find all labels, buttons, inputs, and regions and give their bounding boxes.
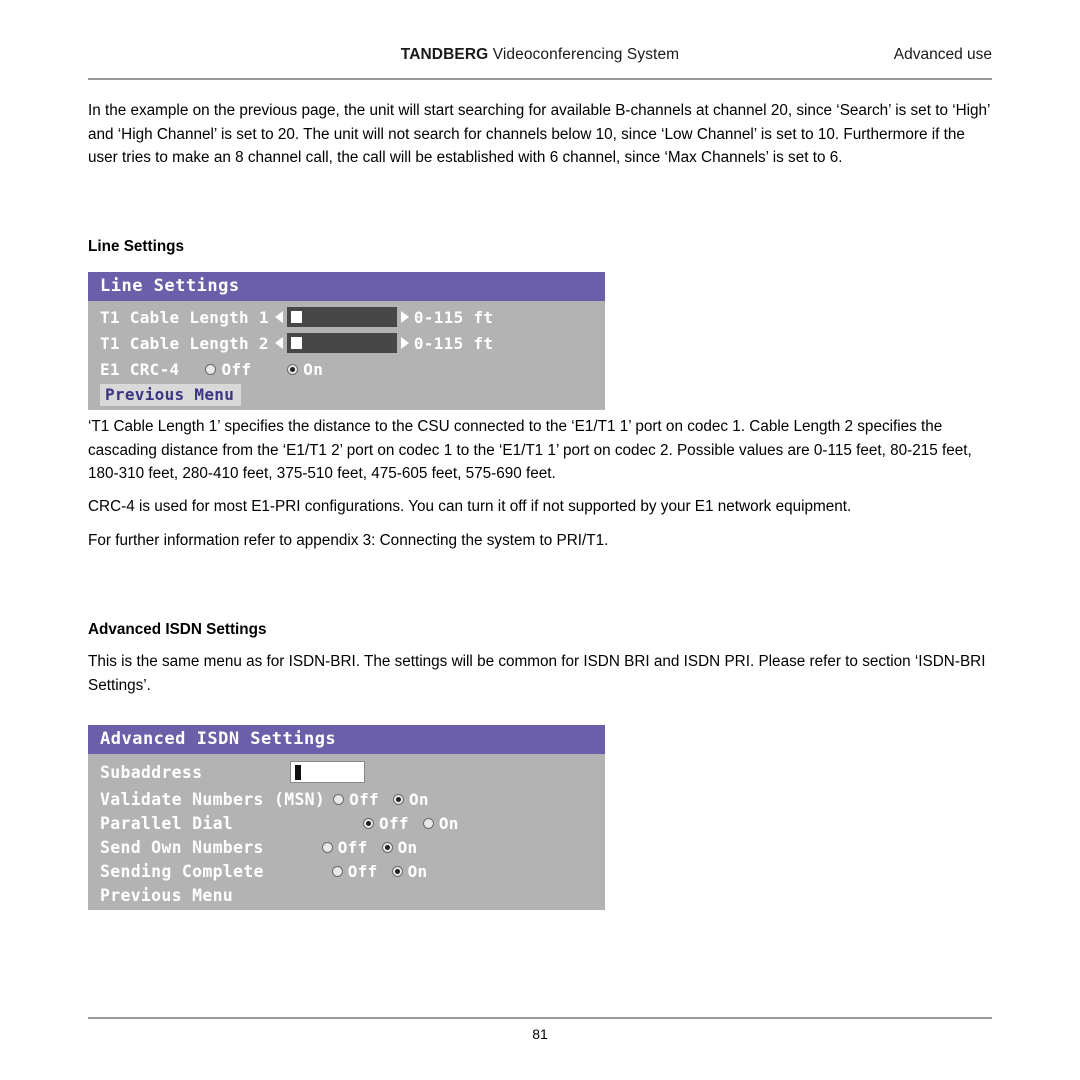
menu-row-cable-length-1[interactable]: T1 Cable Length 1 0-115 ft [88,304,605,330]
radio-on-icon[interactable] [392,793,404,805]
parallel-dial-on-option[interactable]: On [422,813,459,833]
validate-numbers-radio-group[interactable]: Off On [333,790,443,809]
send-own-numbers-off-label: Off [337,837,368,857]
heading-line-settings: Line Settings [88,238,185,255]
arrow-right-icon[interactable] [400,337,409,349]
e1-crc4-off-option[interactable]: Off [205,360,251,379]
cable-length-1-slider[interactable] [286,307,397,327]
parallel-dial-off-label: Off [379,813,409,833]
radio-on-icon[interactable] [391,865,403,877]
arrow-left-icon[interactable] [274,337,283,349]
e1-crc4-off-label: Off [221,359,252,379]
header-section-label: Advanced use [893,46,992,63]
subaddress-input[interactable] [290,761,366,783]
radio-on-icon[interactable] [422,817,434,829]
intro-paragraph: In the example on the previous page, the… [88,102,990,166]
validate-numbers-off-label: Off [349,789,379,809]
crc4-paragraph: CRC-4 is used for most E1-PRI configurat… [88,498,852,515]
page-number: 81 [532,1026,548,1042]
send-own-numbers-off-option[interactable]: Off [321,837,368,857]
sending-complete-label: Sending Complete [100,861,264,881]
radio-on-icon[interactable] [287,363,299,375]
document-page: TANDBERG Videoconferencing System Advanc… [0,0,1080,1080]
validate-numbers-off-option[interactable]: Off [333,790,379,809]
validate-numbers-on-label: On [408,789,429,809]
sending-complete-off-label: Off [347,861,378,881]
cable-length-2-label: T1 Cable Length 2 [100,333,269,353]
e1-crc4-label: E1 CRC-4 [100,359,180,379]
menu-row-e1-crc4[interactable]: E1 CRC-4 Off On [88,356,605,382]
header-divider [88,78,992,80]
sending-complete-on-option[interactable]: On [391,861,428,881]
previous-menu-isdn-label[interactable]: Previous Menu [100,886,233,905]
arrow-left-icon[interactable] [274,311,283,323]
menu-row-send-own-numbers[interactable]: Send Own Numbers Off On [88,835,605,859]
e1-crc4-on-label: On [303,359,324,379]
send-own-numbers-on-label: On [397,837,418,857]
sending-complete-radio-group[interactable]: Off On [331,861,442,881]
e1-crc4-on-option[interactable]: On [287,360,323,379]
radio-off-icon[interactable] [333,793,345,805]
header-brand: TANDBERG [400,46,489,63]
line-settings-menu: Line Settings T1 Cable Length 1 0-115 ft… [88,272,605,410]
parallel-dial-label: Parallel Dial [100,813,234,833]
validate-numbers-on-option[interactable]: On [392,789,429,809]
parallel-dial-off-option[interactable]: Off [363,814,409,833]
radio-off-icon[interactable] [321,841,333,853]
radio-off-icon[interactable] [331,865,343,877]
radio-on-icon[interactable] [381,841,393,853]
menu-row-subaddress[interactable]: Subaddress [88,757,605,787]
cable-length-paragraph: ‘T1 Cable Length 1’ specifies the distan… [88,418,972,482]
menu-row-previous-menu[interactable]: Previous Menu [88,382,605,407]
sending-complete-off-option[interactable]: Off [331,861,378,881]
validate-numbers-label: Validate Numbers (MSN) [100,789,326,809]
menu-row-sending-complete[interactable]: Sending Complete Off On [88,859,605,883]
header-title: TANDBERG Videoconferencing System [88,46,992,64]
radio-off-icon[interactable] [205,363,217,375]
e1-crc4-radio-group[interactable]: Off On [205,360,337,379]
send-own-numbers-radio-group[interactable]: Off On [321,837,432,857]
menu-row-parallel-dial[interactable]: Parallel Dial Off On [88,811,605,835]
menu-row-previous-menu-isdn[interactable]: Previous Menu [88,883,605,907]
text-caret [295,765,302,780]
menu-title-line-settings: Line Settings [88,272,605,301]
slider-knob[interactable] [290,311,302,323]
send-own-numbers-on-option[interactable]: On [381,837,418,857]
appendix-reference-paragraph: For further information refer to appendi… [88,532,609,549]
advanced-isdn-menu-body: Subaddress Validate Numbers (MSN) Off On [88,754,605,910]
menu-title-advanced-isdn: Advanced ISDN Settings [88,725,605,754]
arrow-right-icon[interactable] [400,311,409,323]
cable-length-1-value: 0-115 ft [413,307,494,327]
heading-advanced-isdn: Advanced ISDN Settings [88,621,267,638]
line-settings-menu-body: T1 Cable Length 1 0-115 ft T1 Cable Leng… [88,301,605,410]
send-own-numbers-label: Send Own Numbers [100,837,264,857]
header-title-rest: Videoconferencing System [488,46,680,63]
advanced-isdn-paragraph: This is the same menu as for ISDN-BRI. T… [88,653,986,694]
advanced-isdn-menu: Advanced ISDN Settings Subaddress Valida… [88,725,605,910]
sending-complete-on-label: On [407,861,428,881]
radio-off-icon[interactable] [363,817,375,829]
previous-menu-label[interactable]: Previous Menu [100,383,242,406]
cable-length-2-slider[interactable] [286,333,397,353]
menu-row-validate-numbers[interactable]: Validate Numbers (MSN) Off On [88,787,605,811]
page-header: TANDBERG Videoconferencing System Advanc… [88,46,992,64]
cable-length-2-value: 0-115 ft [413,333,494,353]
parallel-dial-radio-group[interactable]: Off On [363,814,473,833]
parallel-dial-on-label: On [438,813,459,833]
slider-knob[interactable] [290,337,302,349]
menu-row-cable-length-2[interactable]: T1 Cable Length 2 0-115 ft [88,330,605,356]
cable-length-1-label: T1 Cable Length 1 [100,307,269,327]
footer-divider [88,1017,992,1019]
subaddress-label: Subaddress [100,762,203,782]
